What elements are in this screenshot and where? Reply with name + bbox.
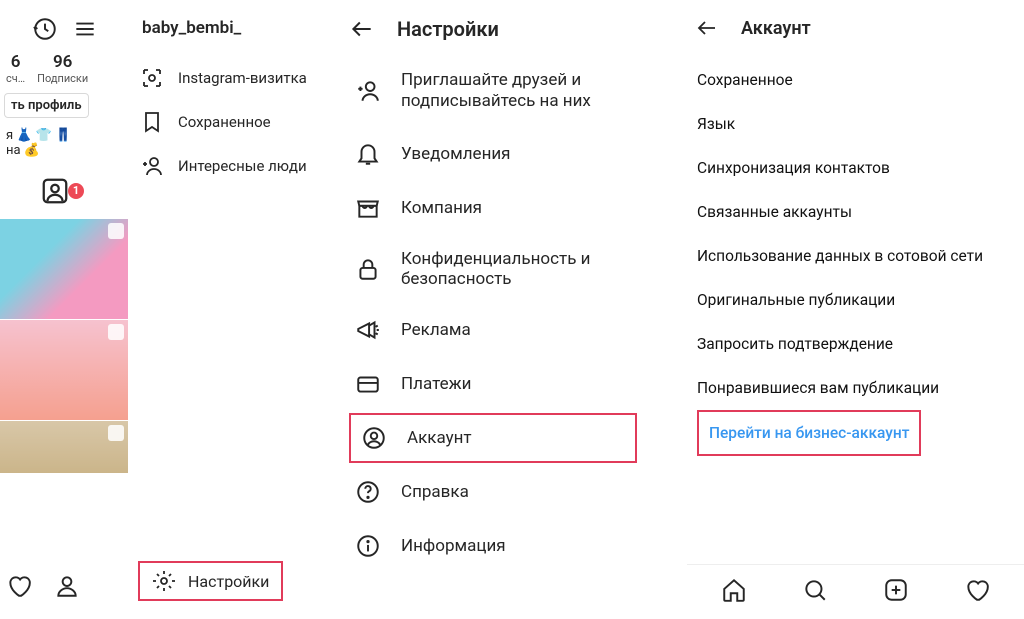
page-title: Аккаунт (741, 18, 811, 39)
settings-item-invite[interactable]: Приглашайте друзей и подписывайтесь на н… (349, 56, 687, 127)
settings-label: Конфиденциальность и безопасность (401, 249, 681, 289)
menu-saved[interactable]: Сохраненное (140, 100, 320, 144)
settings-item-payments[interactable]: Платежи (349, 357, 687, 411)
menu-label: Сохраненное (178, 113, 271, 131)
settings-item-help[interactable]: Справка (349, 465, 687, 519)
settings-label: Платежи (401, 374, 471, 394)
settings-item-notifications[interactable]: Уведомления (349, 127, 687, 181)
profile-screen: 6 сч… 96 Подписки ть профиль я 👗 👕 👖 на … (0, 0, 335, 619)
settings-label: Реклама (401, 320, 471, 340)
back-icon[interactable] (349, 16, 375, 42)
tagged-photos-icon[interactable] (40, 176, 70, 206)
post-thumbnail[interactable] (0, 320, 128, 420)
add-person-icon (140, 154, 164, 178)
settings-label: Уведомления (401, 144, 511, 164)
archive-icon[interactable] (32, 16, 58, 42)
stat-followers[interactable]: 6 сч… (6, 52, 25, 85)
bell-icon (355, 141, 381, 167)
account-item-original[interactable]: Оригинальные публикации (697, 278, 1024, 322)
settings-item-privacy[interactable]: Конфиденциальность и безопасность (349, 235, 687, 303)
notification-badge: 1 (68, 183, 84, 199)
gear-icon (152, 569, 176, 593)
info-icon (355, 533, 381, 559)
account-item-saved[interactable]: Сохраненное (697, 58, 1024, 102)
bio-text: я 👗 👕 👖 на 💰 (0, 118, 130, 158)
search-tab-icon[interactable] (802, 577, 828, 603)
post-thumbnail[interactable] (0, 421, 128, 473)
account-item-cellular[interactable]: Использование данных в сотовой сети (697, 234, 1024, 278)
bookmark-icon (140, 110, 164, 134)
add-person-icon (355, 78, 381, 104)
credit-card-icon (355, 371, 381, 397)
settings-item-about[interactable]: Информация (349, 519, 687, 573)
account-item-liked[interactable]: Понравившиеся вам публикации (697, 366, 1024, 410)
heart-tab-icon[interactable] (964, 577, 990, 603)
lock-icon (355, 256, 381, 282)
menu-label: Instagram-визитка (178, 69, 307, 87)
menu-nametag[interactable]: Instagram-визитка (140, 56, 320, 100)
profile-tab-icon[interactable] (54, 573, 80, 599)
account-screen: Аккаунт Сохраненное Язык Синхронизация к… (687, 0, 1024, 619)
account-item-language[interactable]: Язык (697, 102, 1024, 146)
megaphone-icon (355, 317, 381, 343)
settings-item-account[interactable]: Аккаунт (349, 413, 637, 463)
settings-label: Информация (401, 536, 506, 556)
page-title: Настройки (397, 17, 499, 41)
account-item-linked[interactable]: Связанные аккаунты (697, 190, 1024, 234)
storefront-icon (355, 195, 381, 221)
menu-label: Настройки (188, 572, 269, 591)
account-item-contacts[interactable]: Синхронизация контактов (697, 146, 1024, 190)
home-tab-icon[interactable] (721, 577, 747, 603)
settings-item-business[interactable]: Компания (349, 181, 687, 235)
username-label: baby_bembi_ (140, 8, 320, 56)
post-thumbnail[interactable] (0, 219, 128, 319)
settings-screen: Настройки Приглашайте друзей и подписыва… (335, 0, 687, 619)
user-circle-icon (361, 425, 387, 451)
menu-settings[interactable]: Настройки (138, 561, 283, 601)
settings-label: Справка (401, 482, 469, 502)
side-menu: baby_bembi_ Instagram-визитка Сохраненно… (140, 8, 320, 188)
heart-icon[interactable] (6, 573, 32, 599)
settings-label: Компания (401, 198, 482, 218)
settings-label: Аккаунт (407, 428, 472, 448)
nametag-icon (140, 66, 164, 90)
back-icon[interactable] (695, 16, 719, 40)
stat-following[interactable]: 96 Подписки (37, 52, 88, 85)
settings-label: Приглашайте друзей и подписывайтесь на н… (401, 70, 681, 113)
menu-label: Интересные люди (178, 157, 307, 175)
new-post-tab-icon[interactable] (883, 577, 909, 603)
help-icon (355, 479, 381, 505)
account-item-switch-business[interactable]: Перейти на бизнес-аккаунт (697, 410, 921, 456)
hamburger-icon[interactable] (72, 16, 98, 42)
account-item-verify[interactable]: Запросить подтверждение (697, 322, 1024, 366)
edit-profile-button[interactable]: ть профиль (4, 93, 89, 118)
menu-discover[interactable]: Интересные люди (140, 144, 320, 188)
settings-item-ads[interactable]: Реклама (349, 303, 687, 357)
